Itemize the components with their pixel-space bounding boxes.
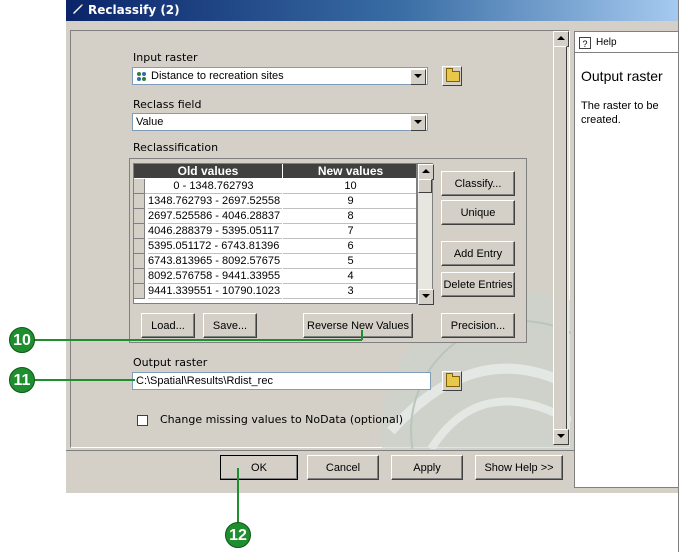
callout-11: 11 — [9, 367, 35, 393]
callout-12: 12 — [225, 522, 251, 548]
callout-lines — [22, 330, 363, 530]
callout-10: 10 — [9, 327, 35, 353]
